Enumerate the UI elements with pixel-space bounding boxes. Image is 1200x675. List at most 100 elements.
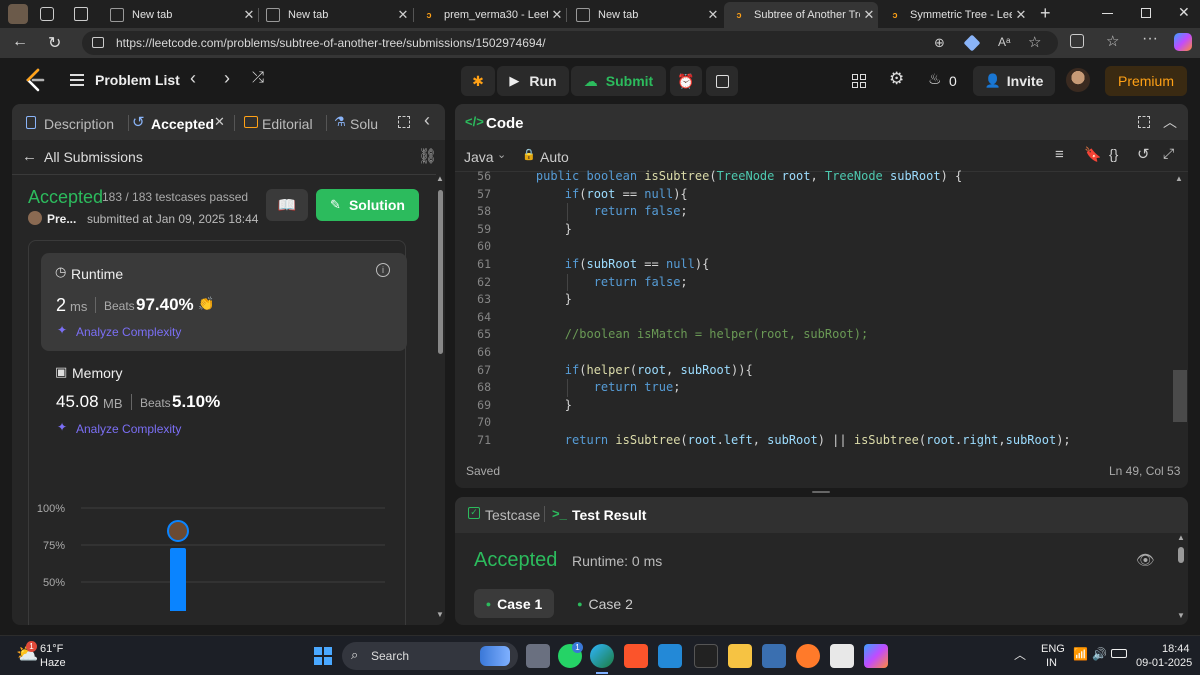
close-accepted-tab-icon[interactable]: ✕ <box>214 114 225 130</box>
fullscreen-icon[interactable] <box>1138 116 1150 128</box>
code-line[interactable]: 66 <box>455 344 1173 362</box>
site-info-icon[interactable] <box>92 37 104 48</box>
close-tab-icon[interactable]: ✕ <box>548 7 566 23</box>
runtime-analyze-link[interactable]: Analyze Complexity <box>76 325 181 339</box>
streak-flame-icon[interactable]: ♨ <box>928 70 941 88</box>
tray-chevron-up-icon[interactable]: ︿ <box>1014 646 1026 663</box>
close-window-button[interactable]: ✕ <box>1178 4 1190 21</box>
zoom-icon[interactable]: ⊕ <box>934 35 945 51</box>
format-icon[interactable]: ≡ <box>1055 146 1064 163</box>
tab-editorial[interactable]: Editorial <box>262 116 313 132</box>
info-icon[interactable]: i <box>376 263 390 277</box>
scroll-thumb[interactable] <box>1178 547 1184 563</box>
shuffle-icon[interactable]: ⤮ <box>252 69 264 86</box>
result-scrollbar[interactable]: ▲ ▼ <box>1176 533 1186 625</box>
terminal-app-icon[interactable] <box>694 644 718 668</box>
code-line[interactable]: 67 if(helper(root, subRoot)){ <box>455 362 1173 380</box>
code-line[interactable]: 69 } <box>455 397 1173 415</box>
code-line[interactable]: 57 if(root == null){ <box>455 186 1173 204</box>
browser-tab-3[interactable]: ↄ prem_verma30 - LeetCode ✕ <box>414 2 566 28</box>
start-windows-icon[interactable] <box>314 647 332 665</box>
browser-tab-2[interactable]: New tab ✕ <box>258 2 412 28</box>
new-tab-button[interactable]: + <box>1040 3 1051 24</box>
file-explorer-icon[interactable] <box>728 644 752 668</box>
extensions-icon[interactable] <box>1070 34 1084 48</box>
chevron-down-icon[interactable]: ⌄ <box>497 148 506 161</box>
collapse-up-icon[interactable]: ︿ <box>1163 112 1177 132</box>
solution-button[interactable]: ✎ Solution <box>316 189 419 221</box>
url-field[interactable]: https://leetcode.com/problems/subtree-of… <box>82 31 1058 55</box>
close-tab-icon[interactable]: ✕ <box>394 7 412 23</box>
more-menu-icon[interactable]: ··· <box>1142 30 1158 48</box>
expand-icon[interactable] <box>398 116 410 128</box>
scroll-up-icon[interactable]: ▲ <box>436 174 444 183</box>
layout-grid-icon[interactable] <box>852 74 866 88</box>
code-line[interactable]: 56 public boolean isSubtree(TreeNode roo… <box>455 168 1173 186</box>
case-1-tab[interactable]: ● Case 1 <box>474 589 554 618</box>
scroll-thumb[interactable] <box>1173 370 1187 422</box>
expand-editor-icon[interactable]: ⤢ <box>1163 145 1174 162</box>
code-line[interactable]: 63 } <box>455 291 1173 309</box>
problem-list-icon[interactable] <box>70 74 84 86</box>
notes-button[interactable] <box>706 66 738 96</box>
profile-avatar[interactable] <box>8 4 28 24</box>
tab-description[interactable]: Description <box>44 116 114 132</box>
close-tab-icon[interactable]: ✕ <box>240 7 258 23</box>
pencil-app-icon[interactable] <box>796 644 820 668</box>
tab-test-result[interactable]: Test Result <box>572 507 646 523</box>
refresh-icon[interactable]: ↻ <box>48 33 61 53</box>
code-line[interactable]: 60 <box>455 238 1173 256</box>
next-problem-icon[interactable]: › <box>224 68 230 89</box>
braces-icon[interactable]: {} <box>1109 146 1118 162</box>
problem-list-link[interactable]: Problem List <box>95 72 180 88</box>
minimize-button[interactable] <box>1102 13 1113 14</box>
submit-button[interactable]: ☁ Submit <box>571 66 666 96</box>
browser-tab-6[interactable]: ↄ Symmetric Tree - LeetCode ✕ <box>880 2 1030 28</box>
favorite-star-icon[interactable]: ☆ <box>1028 33 1041 51</box>
case-2-tab[interactable]: ● Case 2 <box>565 589 645 618</box>
leetcode-logo[interactable] <box>24 68 46 92</box>
settings-gear-icon[interactable]: ⚙ <box>889 69 904 89</box>
scroll-down-icon[interactable]: ▼ <box>436 610 444 619</box>
code-editor[interactable]: 56 public boolean isSubtree(TreeNode roo… <box>455 168 1173 450</box>
view-eye-icon[interactable]: 👁 <box>1136 551 1155 569</box>
browser-tab-4[interactable]: New tab ✕ <box>568 2 722 28</box>
close-tab-icon[interactable]: ✕ <box>704 7 722 23</box>
lang-line-1[interactable]: ENG <box>1041 643 1065 655</box>
clock-time[interactable]: 18:44 <box>1162 643 1190 655</box>
task-view-icon[interactable] <box>526 644 550 668</box>
prev-problem-icon[interactable]: ‹ <box>190 68 196 89</box>
workspaces-icon[interactable] <box>40 7 54 21</box>
edge-browser-icon[interactable] <box>590 644 614 668</box>
all-submissions-link[interactable]: All Submissions <box>44 149 143 165</box>
tab-testcase[interactable]: Testcase <box>485 507 540 523</box>
browser-tab-5-active[interactable]: ↄ Subtree of Another Tree - ✕ <box>724 2 878 28</box>
battery-icon[interactable] <box>1111 649 1127 658</box>
code-line[interactable]: 58 return false; <box>455 203 1173 221</box>
copilot-icon[interactable] <box>1174 33 1192 51</box>
runtime-card[interactable]: ◷ Runtime i 2 ms Beats 97.40% 👏 ✦ Analyz… <box>41 253 407 351</box>
favorites-icon[interactable]: ☆ <box>1106 32 1119 50</box>
code-scrollbar[interactable]: ▲ <box>1173 174 1187 454</box>
close-tab-icon[interactable]: ✕ <box>860 7 878 23</box>
reset-icon[interactable]: ↺ <box>1137 145 1150 163</box>
memory-analyze-link[interactable]: Analyze Complexity <box>76 422 181 436</box>
read-aloud-icon[interactable]: Aᵃ <box>998 35 1010 49</box>
extension-tag-icon[interactable] <box>963 34 981 52</box>
photos-icon[interactable] <box>762 644 786 668</box>
share-link-icon[interactable]: ⛓ <box>418 147 437 165</box>
tab-actions-icon[interactable] <box>74 7 88 21</box>
copilot-taskbar-icon[interactable] <box>864 644 888 668</box>
vscode-icon[interactable] <box>658 644 682 668</box>
scroll-up-icon[interactable]: ▲ <box>1177 533 1185 542</box>
close-tab-icon[interactable]: ✕ <box>1012 7 1030 23</box>
notes-book-button[interactable]: 📖 <box>266 189 308 221</box>
code-line[interactable]: 64 <box>455 309 1173 327</box>
code-line[interactable]: 68 return true; <box>455 379 1173 397</box>
code-line[interactable]: 62 return false; <box>455 274 1173 292</box>
collapse-left-icon[interactable]: ‹ <box>424 110 430 131</box>
code-line[interactable]: 59 } <box>455 221 1173 239</box>
brave-icon[interactable] <box>624 644 648 668</box>
code-line[interactable]: 65 //boolean isMatch = helper(root, subR… <box>455 326 1173 344</box>
premium-button[interactable]: Premium <box>1105 66 1187 96</box>
